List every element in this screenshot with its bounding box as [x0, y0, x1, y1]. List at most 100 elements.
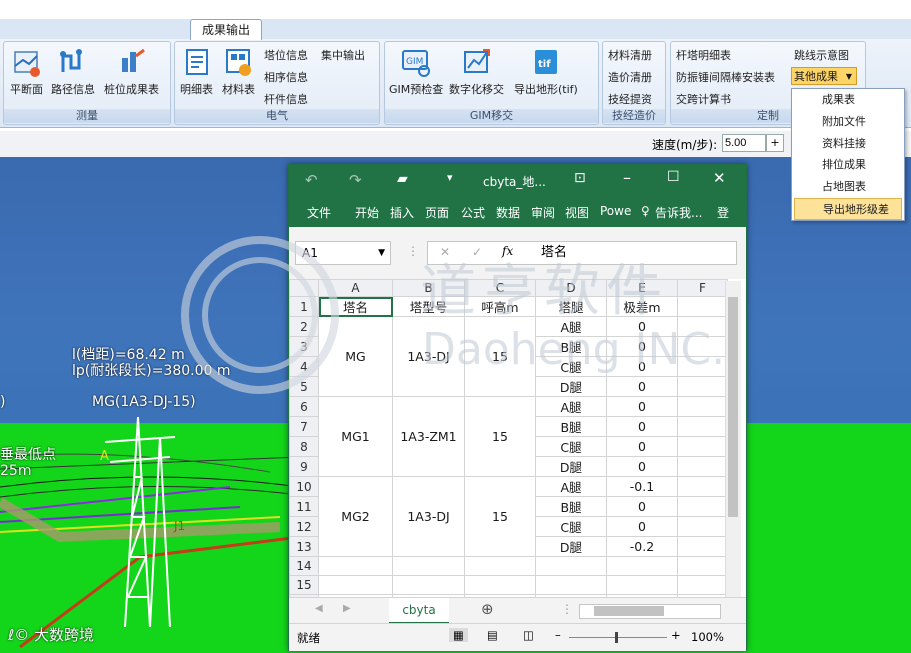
cell[interactable] — [464, 574, 536, 595]
maximize-icon[interactable]: ☐ — [667, 169, 680, 185]
row-header[interactable]: 12 — [289, 516, 319, 537]
leg-cell[interactable]: D腿 — [535, 536, 607, 557]
row-header[interactable]: 8 — [289, 436, 319, 457]
tower-position-info-button[interactable]: 塔位信息 — [264, 47, 308, 63]
column-header[interactable]: E — [606, 279, 678, 297]
header-cell-leg[interactable]: 塔腿 — [535, 296, 607, 317]
tab-insert[interactable]: 插入 — [390, 204, 414, 221]
select-all-corner[interactable] — [289, 279, 319, 297]
tab-file[interactable]: 文件 — [307, 204, 331, 221]
tab-page[interactable]: 页面 — [425, 204, 449, 221]
column-header[interactable]: A — [318, 279, 393, 297]
leg-cell[interactable]: A腿 — [535, 476, 607, 497]
tab-power[interactable]: Powe — [600, 204, 631, 218]
other-results-dropdown[interactable]: 其他成果 ▼ — [791, 67, 857, 85]
menu-item-land-use-chart[interactable]: 占地图表 — [792, 176, 904, 198]
prev-sheet-icon[interactable]: ◀ — [315, 603, 323, 614]
detail-table-button[interactable]: 明细表 — [180, 46, 213, 97]
zoom-out-icon[interactable]: – — [555, 628, 561, 642]
cell[interactable] — [677, 556, 728, 576]
tab-data[interactable]: 数据 — [496, 204, 520, 221]
speed-increase-button[interactable]: + — [766, 134, 784, 152]
cell[interactable] — [318, 574, 393, 595]
row-header[interactable]: 15 — [289, 574, 319, 595]
cell[interactable] — [677, 516, 728, 537]
column-header[interactable]: B — [392, 279, 465, 297]
menu-item-data-link[interactable]: 资料挂接 — [792, 133, 904, 155]
diff-cell[interactable]: -0.2 — [606, 536, 678, 557]
tower-name-cell[interactable]: MG1 — [318, 396, 393, 477]
leg-cell[interactable]: C腿 — [535, 516, 607, 537]
header-cell-tower-type[interactable]: 塔型号 — [392, 296, 465, 317]
cell[interactable] — [606, 556, 678, 576]
row-header[interactable]: 5 — [289, 376, 319, 397]
horizontal-scrollbar[interactable] — [579, 604, 721, 619]
cell[interactable] — [677, 536, 728, 557]
diff-cell[interactable]: 0 — [606, 456, 678, 477]
tab-view[interactable]: 视图 — [565, 204, 589, 221]
row-header[interactable]: 13 — [289, 536, 319, 557]
cell[interactable] — [677, 416, 728, 437]
cost-list-button[interactable]: 造价清册 — [608, 69, 652, 85]
zoom-slider-thumb[interactable] — [615, 632, 618, 643]
tab-review[interactable]: 审阅 — [531, 204, 555, 221]
diff-cell[interactable]: 0 — [606, 436, 678, 457]
tower-type-cell[interactable]: 1A3-ZM1 — [392, 396, 465, 477]
close-icon[interactable]: ✕ — [713, 169, 726, 187]
normal-view-icon[interactable]: ▦ — [449, 628, 468, 642]
leg-cell[interactable]: B腿 — [535, 496, 607, 517]
row-header[interactable]: 3 — [289, 336, 319, 357]
cell[interactable] — [677, 476, 728, 497]
header-cell-diff[interactable]: 极差m — [606, 296, 678, 317]
scrollbar-thumb[interactable] — [594, 606, 664, 616]
cell[interactable] — [392, 574, 465, 595]
undo-icon[interactable]: ↶ — [305, 171, 318, 189]
page-break-icon[interactable]: ◫ — [523, 628, 534, 642]
tech-data-button[interactable]: 技经提资 — [608, 91, 652, 107]
name-box[interactable]: A1 ▼ — [295, 241, 391, 265]
cell[interactable] — [392, 556, 465, 576]
row-header[interactable]: 1 — [289, 296, 319, 317]
diff-cell[interactable]: 0 — [606, 336, 678, 357]
page-layout-icon[interactable]: ▤ — [487, 628, 498, 642]
plan-section-button[interactable]: 平断面 — [10, 46, 43, 97]
diff-cell[interactable]: 0 — [606, 356, 678, 377]
column-header[interactable]: F — [677, 279, 728, 297]
cell[interactable] — [677, 496, 728, 517]
header-cell-height[interactable]: 呼高m — [464, 296, 536, 317]
tab-home[interactable]: 开始 — [355, 204, 379, 221]
export-terrain-tif-button[interactable]: tif 导出地形(tif) — [514, 46, 578, 97]
cell[interactable] — [677, 456, 728, 477]
tower-detail-table-button[interactable]: 杆塔明细表 — [676, 47, 731, 63]
cell[interactable] — [677, 356, 728, 377]
stake-results-button[interactable]: 桩位成果表 — [104, 46, 159, 97]
cell[interactable] — [677, 336, 728, 357]
digital-handover-button[interactable]: 数字化移交 — [449, 46, 504, 97]
row-header[interactable]: 14 — [289, 556, 319, 576]
leg-cell[interactable]: D腿 — [535, 376, 607, 397]
leg-cell[interactable]: A腿 — [535, 316, 607, 337]
leg-cell[interactable]: D腿 — [535, 456, 607, 477]
tower-type-cell[interactable]: 1A3-DJ — [392, 476, 465, 557]
tower-name-cell[interactable]: MG — [318, 316, 393, 397]
vertical-scrollbar[interactable] — [725, 281, 741, 597]
tower-name-cell[interactable]: MG2 — [318, 476, 393, 557]
tower-type-cell[interactable]: 1A3-DJ — [392, 316, 465, 397]
leg-cell[interactable]: C腿 — [535, 356, 607, 377]
menu-item-results-table[interactable]: 成果表 — [792, 89, 904, 111]
batch-output-button[interactable]: 集中输出 — [321, 47, 365, 63]
tab-results-output[interactable]: 成果输出 — [190, 19, 262, 40]
fx-icon[interactable]: fx — [502, 244, 513, 258]
next-sheet-icon[interactable]: ▶ — [343, 603, 351, 614]
tower-height-cell[interactable]: 15 — [464, 316, 536, 397]
leg-cell[interactable]: A腿 — [535, 396, 607, 417]
cell[interactable] — [677, 316, 728, 337]
cancel-icon[interactable]: ✕ — [440, 245, 450, 259]
crossing-calc-button[interactable]: 交跨计算书 — [676, 91, 731, 107]
tower-height-cell[interactable]: 15 — [464, 396, 536, 477]
sign-in-link[interactable]: 登 — [717, 204, 729, 221]
member-info-button[interactable]: 杆件信息 — [264, 91, 308, 107]
row-header[interactable]: 11 — [289, 496, 319, 517]
diff-cell[interactable]: 0 — [606, 416, 678, 437]
sheet-tab-cbyta[interactable]: cbyta — [389, 598, 449, 624]
